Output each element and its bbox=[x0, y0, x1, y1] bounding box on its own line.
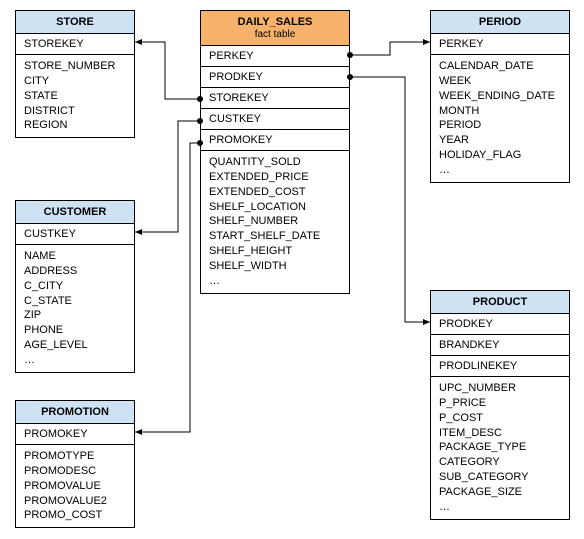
field: MONTH bbox=[439, 104, 561, 119]
rel-storekey bbox=[135, 42, 203, 102]
table-daily-sales-fields: QUANTITY_SOLD EXTENDED_PRICE EXTENDED_CO… bbox=[201, 151, 349, 293]
field: SHELF_WIDTH bbox=[209, 259, 341, 274]
field: QUANTITY_SOLD bbox=[209, 155, 341, 170]
field: P_PRICE bbox=[439, 396, 561, 411]
field: ADDRESS bbox=[24, 264, 126, 279]
field: START_SHELF_DATE bbox=[209, 229, 341, 244]
table-period-key: PERKEY bbox=[431, 34, 569, 55]
field: PROMODESC bbox=[24, 464, 126, 479]
field: PROMO_COST bbox=[24, 508, 126, 523]
field: PROMOTYPE bbox=[24, 449, 126, 464]
field: SHELF_HEIGHT bbox=[209, 244, 341, 259]
table-daily-sales-title: DAILY_SALES bbox=[238, 16, 313, 28]
field: CITY bbox=[24, 74, 126, 89]
table-daily-sales-header: DAILY_SALES fact table bbox=[201, 11, 349, 46]
fk-perkey: PERKEY bbox=[201, 46, 349, 67]
table-product-prodlinekey: PRODLINEKEY bbox=[431, 356, 569, 377]
field: … bbox=[439, 163, 561, 178]
field: P_COST bbox=[439, 411, 561, 426]
table-product: PRODUCT PRODKEY BRANDKEY PRODLINEKEY UPC… bbox=[430, 290, 570, 520]
table-product-key: PRODKEY bbox=[431, 314, 569, 335]
field: PROMOVALUE bbox=[24, 479, 126, 494]
field: YEAR bbox=[439, 133, 561, 148]
table-customer-fields: NAME ADDRESS C_CITY C_STATE ZIP PHONE AG… bbox=[16, 245, 134, 372]
table-period-fields: CALENDAR_DATE WEEK WEEK_ENDING_DATE MONT… bbox=[431, 55, 569, 182]
field: … bbox=[439, 500, 561, 515]
table-store-key: STOREKEY bbox=[16, 34, 134, 55]
fk-promokey: PROMOKEY bbox=[201, 130, 349, 151]
field: C_CITY bbox=[24, 279, 126, 294]
field: PACKAGE_SIZE bbox=[439, 485, 561, 500]
table-customer-key: CUSTKEY bbox=[16, 224, 134, 245]
table-promotion-key: PROMOKEY bbox=[16, 424, 134, 445]
field: PERIOD bbox=[439, 118, 561, 133]
field: … bbox=[209, 274, 341, 289]
field: ITEM_DESC bbox=[439, 426, 561, 441]
field: C_STATE bbox=[24, 294, 126, 309]
field: HOLIDAY_FLAG bbox=[439, 148, 561, 163]
table-promotion-fields: PROMOTYPE PROMODESC PROMOVALUE PROMOVALU… bbox=[16, 445, 134, 527]
field: AGE_LEVEL bbox=[24, 338, 126, 353]
field: NAME bbox=[24, 249, 126, 264]
field: WEEK bbox=[439, 74, 561, 89]
field: STORE_NUMBER bbox=[24, 59, 126, 74]
table-product-brandkey: BRANDKEY bbox=[431, 335, 569, 356]
field: EXTENDED_PRICE bbox=[209, 170, 341, 185]
rel-promokey bbox=[135, 140, 203, 432]
table-product-fields: UPC_NUMBER P_PRICE P_COST ITEM_DESC PACK… bbox=[431, 377, 569, 519]
table-product-header: PRODUCT bbox=[431, 291, 569, 314]
field: EXTENDED_COST bbox=[209, 185, 341, 200]
rel-custkey bbox=[135, 118, 203, 232]
table-daily-sales: DAILY_SALES fact table PERKEY PRODKEY ST… bbox=[200, 10, 350, 294]
rel-perkey bbox=[347, 42, 430, 58]
field: … bbox=[24, 353, 126, 368]
field: REGION bbox=[24, 118, 126, 133]
field: CATEGORY bbox=[439, 455, 561, 470]
table-daily-sales-subtitle: fact table bbox=[205, 29, 345, 40]
table-period: PERIOD PERKEY CALENDAR_DATE WEEK WEEK_EN… bbox=[430, 10, 570, 183]
fk-storekey: STOREKEY bbox=[201, 88, 349, 109]
table-store: STORE STOREKEY STORE_NUMBER CITY STATE D… bbox=[15, 10, 135, 138]
table-customer: CUSTOMER CUSTKEY NAME ADDRESS C_CITY C_S… bbox=[15, 200, 135, 373]
fk-prodkey: PRODKEY bbox=[201, 67, 349, 88]
field: SUB_CATEGORY bbox=[439, 470, 561, 485]
field: DISTRICT bbox=[24, 104, 126, 119]
table-promotion: PROMOTION PROMOKEY PROMOTYPE PROMODESC P… bbox=[15, 400, 135, 528]
field: STATE bbox=[24, 89, 126, 104]
field: PACKAGE_TYPE bbox=[439, 440, 561, 455]
table-period-header: PERIOD bbox=[431, 11, 569, 34]
field: WEEK_ENDING_DATE bbox=[439, 89, 561, 104]
fk-custkey: CUSTKEY bbox=[201, 109, 349, 130]
table-promotion-header: PROMOTION bbox=[16, 401, 134, 424]
field: CALENDAR_DATE bbox=[439, 59, 561, 74]
table-store-header: STORE bbox=[16, 11, 134, 34]
field: PHONE bbox=[24, 323, 126, 338]
field: SHELF_LOCATION bbox=[209, 200, 341, 215]
field: PROMOVALUE2 bbox=[24, 494, 126, 509]
rel-prodkey bbox=[347, 74, 430, 322]
table-customer-header: CUSTOMER bbox=[16, 201, 134, 224]
field: SHELF_NUMBER bbox=[209, 214, 341, 229]
field: UPC_NUMBER bbox=[439, 381, 561, 396]
field: ZIP bbox=[24, 308, 126, 323]
table-store-fields: STORE_NUMBER CITY STATE DISTRICT REGION bbox=[16, 55, 134, 137]
